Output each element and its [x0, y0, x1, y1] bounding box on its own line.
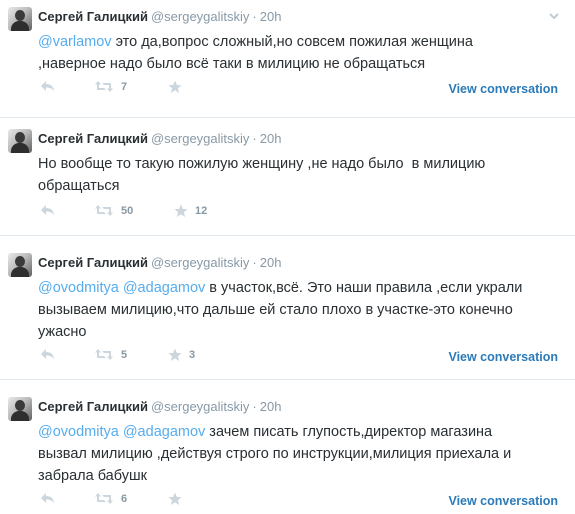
timestamp[interactable]: 20h: [260, 9, 282, 24]
view-conversation-link[interactable]: View conversation: [448, 82, 558, 96]
favorite-button[interactable]: [168, 492, 189, 506]
retweet-count: 6: [121, 492, 128, 505]
author-name[interactable]: Сергей Галицкий: [38, 9, 148, 24]
author-handle[interactable]: @sergeygalitskiy: [151, 131, 249, 146]
tweet-header: Сергей Галицкий @sergeygalitskiy · 20h: [38, 130, 281, 148]
tweet-text: @ovodmitya @adagamov в участок,всё. Это …: [38, 277, 558, 343]
separator-dot: ·: [252, 9, 257, 24]
reply-button[interactable]: [40, 348, 55, 360]
timestamp[interactable]: 20h: [260, 399, 282, 414]
author-name[interactable]: Сергей Галицкий: [38, 399, 148, 414]
reply-button[interactable]: [40, 204, 55, 216]
tweet-header: Сергей Галицкий @sergeygalitskiy · 20h: [38, 398, 281, 416]
retweet-count: 7: [121, 80, 128, 93]
star-icon: [174, 204, 188, 217]
avatar[interactable]: [8, 397, 32, 421]
retweet-icon: [95, 81, 113, 92]
author-handle[interactable]: @sergeygalitskiy: [151, 9, 249, 24]
retweet-count: 5: [121, 348, 128, 361]
retweet-icon: [95, 493, 113, 504]
tweet-header: Сергей Галицкий @sergeygalitskiy · 20h: [38, 254, 281, 272]
avatar[interactable]: [8, 7, 32, 31]
tweet: Сергей Галицкий @sergeygalitskiy · 20h @var…: [0, 0, 575, 118]
reply-icon: [41, 493, 54, 503]
tweet: Сергей Галицкий @sergeygalitskiy · 20h @ovo…: [0, 390, 575, 514]
mention-link[interactable]: @adagamov: [119, 280, 205, 296]
author-name[interactable]: Сергей Галицкий: [38, 255, 148, 270]
tweet-header: Сергей Галицкий @sergeygalitskiy · 20h: [38, 8, 281, 26]
reply-button[interactable]: [40, 492, 55, 504]
retweet-icon: [95, 349, 113, 360]
star-icon: [168, 492, 182, 505]
tweet: Сергей Галицкий @sergeygalitskiy · 20h @ovo…: [0, 246, 575, 380]
chevron-down-icon[interactable]: [547, 9, 561, 23]
tweet: Сергей Галицкий @sergeygalitskiy · 20h Но в…: [0, 122, 575, 236]
reply-icon: [41, 81, 54, 91]
tweet-text: @ovodmitya @adagamov зачем писать глупос…: [38, 421, 558, 487]
view-conversation-link[interactable]: View conversation: [448, 494, 558, 508]
tweet-body: Но вообще то такую пожилую женщину ,не н…: [38, 156, 486, 194]
reply-button[interactable]: [40, 80, 55, 92]
favorite-button[interactable]: 12: [174, 204, 207, 218]
separator-dot: ·: [252, 399, 257, 414]
avatar[interactable]: [8, 253, 32, 277]
reply-icon: [41, 349, 54, 359]
retweet-icon: [95, 205, 113, 216]
tweet-text: @varlamov это да,вопрос сложный,но совсе…: [38, 31, 558, 75]
view-conversation-link[interactable]: View conversation: [448, 350, 558, 364]
favorite-count: 3: [189, 349, 196, 361]
retweet-count: 50: [121, 204, 134, 217]
tweet-actions: 7 View conversation: [38, 80, 568, 100]
timestamp[interactable]: 20h: [260, 255, 282, 270]
separator-dot: ·: [252, 131, 257, 146]
star-icon: [168, 80, 182, 93]
tweet-actions: 6 View conversation: [38, 492, 568, 512]
mention-link[interactable]: @varlamov: [38, 34, 112, 50]
retweet-button[interactable]: 6: [94, 492, 127, 505]
retweet-button[interactable]: 7: [94, 80, 127, 93]
tweet-text: Но вообще то такую пожилую женщину ,не н…: [38, 153, 558, 197]
reply-icon: [41, 205, 54, 215]
star-icon: [168, 348, 182, 361]
favorite-button[interactable]: [168, 80, 189, 94]
tweet-actions: 50 12: [38, 204, 568, 224]
favorite-count: 12: [195, 205, 208, 217]
author-name[interactable]: Сергей Галицкий: [38, 131, 148, 146]
timestamp[interactable]: 20h: [260, 131, 282, 146]
favorite-button[interactable]: 3: [168, 348, 195, 362]
separator-dot: ·: [252, 255, 257, 270]
author-handle[interactable]: @sergeygalitskiy: [151, 399, 249, 414]
retweet-button[interactable]: 5: [94, 348, 127, 361]
author-handle[interactable]: @sergeygalitskiy: [151, 255, 249, 270]
retweet-button[interactable]: 50: [94, 204, 133, 217]
tweet-actions: 5 3 View conversation: [38, 348, 568, 368]
avatar[interactable]: [8, 129, 32, 153]
mention-link[interactable]: @ovodmitya: [38, 424, 119, 440]
mention-link[interactable]: @ovodmitya: [38, 280, 119, 296]
mention-link[interactable]: @adagamov: [119, 424, 205, 440]
